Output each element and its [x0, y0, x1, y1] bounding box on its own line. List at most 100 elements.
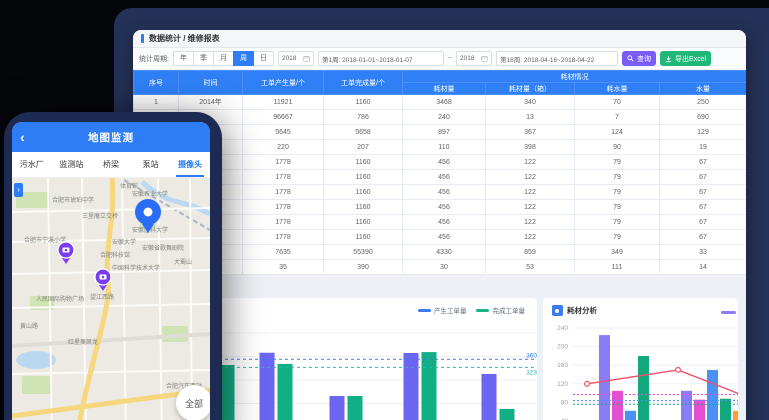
report-table-header: 序号 时间 工单产生量/个 工单完成量/个 耗材情况 耗材量 耗材量（箱） 耗水…: [134, 71, 747, 95]
legend-swatch: [418, 309, 431, 312]
show-all-button[interactable]: 全部: [176, 385, 210, 420]
report-table: 序号 时间 工单产生量/个 工单完成量/个 耗材情况 耗材量 耗材量（箱） 耗水…: [133, 70, 746, 275]
map-label: 三里庵立交桥: [82, 212, 118, 220]
table-cell: 367: [486, 125, 575, 140]
col-header: 工单产生量/个: [243, 71, 324, 95]
table-cell: 90: [575, 140, 660, 155]
table-row: 42202071103989019: [134, 140, 747, 155]
table-cell: 220: [243, 140, 324, 155]
table-cell: 690: [660, 110, 747, 125]
period-option-季[interactable]: 季: [193, 51, 214, 66]
table-cell: 1160: [324, 185, 403, 200]
table-cell: 2014年: [179, 95, 243, 110]
dashboard-card: 数据统计 / 维修报表 统计周期: 年季月周日 2018 第1周: 2018-0…: [133, 30, 746, 420]
tab-摄像头[interactable]: 摄像头: [170, 152, 210, 177]
query-button[interactable]: 查询: [622, 51, 656, 66]
average-cell: 14: [660, 260, 747, 275]
average-cell: 53: [486, 260, 575, 275]
page-title: 地图监测: [88, 130, 134, 145]
table-cell: 67: [660, 215, 747, 230]
chart-icon: [552, 305, 563, 316]
total-cell: 349: [575, 245, 660, 260]
total-cell: 33: [660, 245, 747, 260]
table-cell: 1778: [243, 215, 324, 230]
start-week-input[interactable]: 第1周: 2018-01-01~2018-01-07: [318, 51, 444, 66]
table-row: 7177811604561227967: [134, 185, 747, 200]
calendar-icon: [481, 55, 488, 62]
svg-text:160: 160: [557, 362, 568, 369]
map-label: 安徽省歌舞剧院: [142, 244, 184, 252]
table-row: 10177811604561227967: [134, 230, 747, 245]
map-view[interactable]: ›: [12, 178, 210, 420]
camera-marker-pin[interactable]: [58, 242, 74, 264]
table-cell: 129: [660, 125, 747, 140]
tab-桥梁[interactable]: 桥梁: [91, 152, 131, 177]
table-cell: 456: [403, 170, 486, 185]
table-cell: 67: [660, 155, 747, 170]
table-cell: 340: [486, 95, 575, 110]
phone-mockup: ‹ 地图监测 污水厂监测站桥梁泵站摄像头 ›: [4, 112, 222, 420]
end-week-input[interactable]: 第16周: 2018-04-16~2018-04-22: [496, 51, 618, 66]
consumable-bar-line-chart: 2402001601208040: [543, 298, 738, 420]
table-cell: 1778: [243, 185, 324, 200]
table-cell: 1160: [324, 230, 403, 245]
tab-污水厂[interactable]: 污水厂: [12, 152, 52, 177]
table-row: 5177811604561227967: [134, 155, 747, 170]
average-cell: 30: [403, 260, 486, 275]
table-cell: 67: [660, 185, 747, 200]
group-col-header: 耗材情况: [403, 71, 747, 83]
start-year-select[interactable]: 2018: [278, 51, 314, 66]
map-label: 合肥科技馆: [100, 251, 130, 259]
table-cell: 1160: [324, 170, 403, 185]
period-option-年[interactable]: 年: [173, 51, 194, 66]
legend-label: 完成工单量: [492, 305, 525, 315]
table-cell: 897: [403, 125, 486, 140]
table-cell: 1160: [324, 200, 403, 215]
table-cell: 122: [486, 215, 575, 230]
category-tabs: 污水厂监测站桥梁泵站摄像头: [12, 152, 210, 178]
table-cell: 1778: [243, 155, 324, 170]
range-separator: ~: [448, 55, 452, 62]
table-cell: 110: [403, 140, 486, 155]
legend-item[interactable]: 完成工单量: [476, 305, 525, 315]
back-chevron-icon[interactable]: ‹: [20, 122, 25, 152]
period-option-月[interactable]: 月: [213, 51, 234, 66]
table-cell: 786: [324, 110, 403, 125]
table-cell: 67: [660, 230, 747, 245]
breadcrumb-row: 数据统计 / 维修报表: [133, 30, 746, 48]
expand-handle[interactable]: ›: [14, 183, 23, 197]
tab-监测站[interactable]: 监测站: [52, 152, 92, 177]
legend-item[interactable]: 产生工单量: [418, 305, 467, 315]
export-excel-button[interactable]: 导出Excel: [660, 51, 711, 66]
average-cell: 35: [243, 260, 324, 275]
legend-swatch: [721, 311, 736, 314]
table-cell: 7: [575, 110, 660, 125]
table-cell: 122: [486, 170, 575, 185]
table-cell: 70: [575, 95, 660, 110]
table-cell: 79: [575, 185, 660, 200]
period-option-日[interactable]: 日: [253, 51, 274, 66]
col-header: 序号: [134, 71, 179, 95]
period-option-周[interactable]: 周: [233, 51, 254, 66]
table-cell: 19: [660, 140, 747, 155]
screenshot-stage: 数据统计 / 维修报表 统计周期: 年季月周日 2018 第1周: 2018-0…: [0, 0, 769, 420]
table-cell: 79: [575, 170, 660, 185]
svg-text:240: 240: [557, 325, 568, 332]
table-row: 6177811604561227967: [134, 170, 747, 185]
average-cell: 390: [324, 260, 403, 275]
table-cell: 5658: [324, 125, 403, 140]
map-label: 望江西路: [90, 293, 114, 301]
table-cell: 1160: [324, 215, 403, 230]
sub-col-header: 耗水量: [575, 83, 660, 95]
tab-泵站[interactable]: 泵站: [131, 152, 171, 177]
period-label: 统计周期:: [139, 54, 169, 64]
end-year-select[interactable]: 2018: [456, 51, 492, 66]
table-cell: 79: [575, 155, 660, 170]
map-label: 红星美凯龙: [68, 338, 98, 346]
table-row: 12014年119211160346834070250: [134, 95, 747, 110]
consumable-chart-title-row: 耗材分析: [552, 305, 597, 316]
map-label: 黄山路: [20, 322, 38, 330]
map-label: 人民国际购物广场: [36, 295, 84, 303]
charts-region: 产生工单量完成工单量 360323 耗材分析 2402001601208040: [133, 288, 746, 420]
table-cell: 1160: [324, 155, 403, 170]
